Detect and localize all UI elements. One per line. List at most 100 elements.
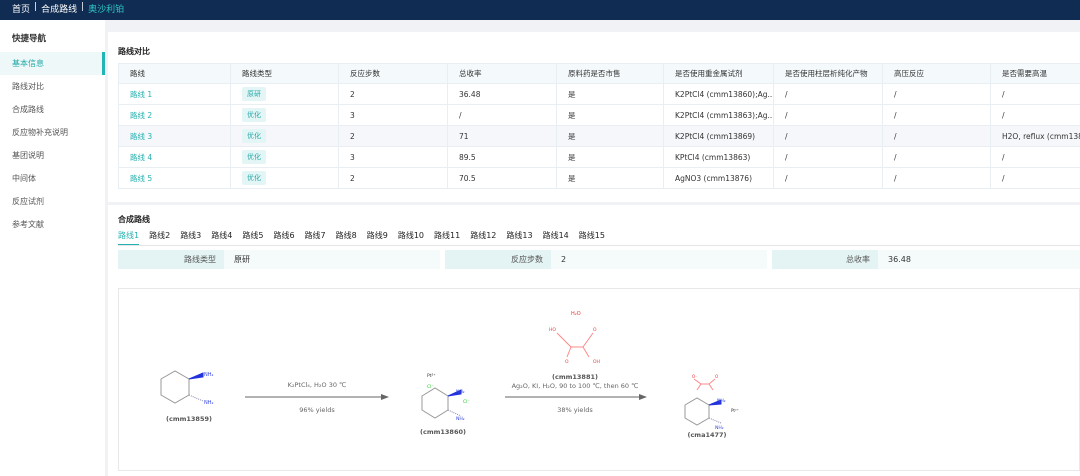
- tab-route-10[interactable]: 路线10: [398, 230, 424, 246]
- route-link[interactable]: 路线 4: [118, 146, 231, 168]
- tab-route-1[interactable]: 路线1: [118, 230, 140, 246]
- tab-route-14[interactable]: 路线14: [543, 230, 569, 246]
- column-header: 总收率: [447, 63, 557, 84]
- route-type-cell: 优化: [230, 104, 339, 126]
- route-compare-table: 路线 路线类型 反应步数 总收率 原料药是否市售 是否使用重金属试剂 是否使用柱层析纯化产物…: [118, 63, 1080, 189]
- tab-route-15[interactable]: 路线15: [579, 230, 605, 246]
- table-cell: /: [882, 167, 991, 189]
- route-type-cell: 优化: [230, 146, 339, 168]
- info-steps: 反应步数 2: [445, 250, 767, 269]
- sidebar-item-reagents[interactable]: 反应试剂: [0, 190, 105, 213]
- table-cell: 3: [338, 146, 448, 168]
- breadcrumb-synthesis[interactable]: 合成路线: [41, 2, 77, 18]
- reaction-scheme-svg: NH₂ NH₂ (cmm13859) K₂PtCl₄, H₂O 30 ℃ 96%…: [160, 311, 739, 439]
- oh-label: OH: [593, 359, 600, 365]
- table-cell: 89.5: [447, 146, 557, 168]
- table-cell: /: [990, 146, 1080, 168]
- step1-conditions: K₂PtCl₄, H₂O 30 ℃: [288, 381, 347, 389]
- info-label: 路线类型: [118, 250, 224, 269]
- sidebar-item-references[interactable]: 参考文献: [0, 213, 105, 236]
- table-row: 路线 2 优化 3/是 K2PtCl4 (cmm13863);Ag... / / /: [118, 104, 1080, 126]
- route-type-cell: 优化: [230, 125, 339, 147]
- tab-route-8[interactable]: 路线8: [336, 230, 357, 246]
- o-label: O: [565, 359, 569, 365]
- nh2-label: NH₂: [717, 398, 726, 404]
- route-link[interactable]: 路线 3: [118, 125, 231, 147]
- route-type-tag: 优化: [242, 129, 266, 143]
- column-header: 是否需要高温: [990, 63, 1080, 84]
- column-header: 反应步数: [338, 63, 448, 84]
- arrow-head: [381, 394, 389, 400]
- cl-label: Cl⁻: [427, 384, 434, 390]
- route-tabs: 路线1 路线2 路线3 路线4 路线5 路线6 路线7 路线8 路线9 路线10 路线11 路线12 路…: [118, 230, 605, 246]
- tab-route-9[interactable]: 路线9: [367, 230, 388, 246]
- compound-label: (cmm13860): [420, 428, 466, 436]
- route-type-cell: 优化: [230, 167, 339, 189]
- sidebar-item-route-compare[interactable]: 路线对比: [0, 75, 105, 98]
- route-link[interactable]: 路线 1: [118, 83, 231, 105]
- route-link[interactable]: 路线 5: [118, 167, 231, 189]
- route-link[interactable]: 路线 2: [118, 104, 231, 126]
- info-value: 2: [561, 255, 567, 264]
- compound-label: (cmm13859): [166, 415, 212, 423]
- table-cell: /: [990, 167, 1080, 189]
- table-cell: /: [773, 104, 883, 126]
- table-cell: K2PtCl4 (cmm13869): [663, 125, 774, 147]
- tab-route-12[interactable]: 路线12: [470, 230, 496, 246]
- breadcrumb-home[interactable]: 首页: [12, 2, 30, 18]
- table-cell: H2O, reflux (cmm13869): [990, 125, 1080, 147]
- nh2-label: NH₂: [456, 389, 465, 395]
- column-header: 是否使用柱层析纯化产物: [773, 63, 883, 84]
- table-cell: 是: [556, 83, 664, 105]
- breadcrumb: 首页 | 合成路线 | 奥沙利铂: [0, 0, 1080, 20]
- route-type-tag: 优化: [242, 108, 266, 122]
- table-cell: /: [990, 83, 1080, 105]
- tab-route-6[interactable]: 路线6: [273, 230, 294, 246]
- column-header: 原料药是否市售: [556, 63, 664, 84]
- table-cell: 2: [338, 83, 448, 105]
- arrow-head: [639, 394, 647, 400]
- tab-route-3[interactable]: 路线3: [180, 230, 201, 246]
- table-cell: 是: [556, 125, 664, 147]
- quick-nav-sidebar: 快捷导航 基本信息 路线对比 合成路线 反应物补充说明 基团说明 中间体 反应试…: [0, 20, 105, 476]
- tab-route-7[interactable]: 路线7: [305, 230, 326, 246]
- sidebar-item-intermediates[interactable]: 中间体: [0, 167, 105, 190]
- table-cell: /: [447, 104, 557, 126]
- table-cell: /: [773, 167, 883, 189]
- tab-route-4[interactable]: 路线4: [211, 230, 232, 246]
- nh2-label: NH₂: [204, 372, 214, 378]
- table-cell: 是: [556, 167, 664, 189]
- column-header: 路线: [118, 63, 231, 84]
- sidebar-item-synthesis-route[interactable]: 合成路线: [0, 98, 105, 121]
- table-cell: KPtCl4 (cmm13863): [663, 146, 774, 168]
- info-value: 原研: [234, 255, 250, 264]
- tab-route-11[interactable]: 路线11: [434, 230, 460, 246]
- table-cell: /: [882, 83, 991, 105]
- cl-label: Cl⁻: [463, 399, 470, 405]
- sidebar-item-basic-info[interactable]: 基本信息: [0, 52, 105, 75]
- compound-label: (cma1477): [687, 431, 726, 439]
- oxalic-acid-structure: [556, 332, 594, 358]
- compound-label: (cmm13881): [552, 373, 598, 381]
- info-value: 36.48: [888, 255, 911, 264]
- tab-route-5[interactable]: 路线5: [242, 230, 263, 246]
- tab-route-13[interactable]: 路线13: [506, 230, 532, 246]
- tab-route-2[interactable]: 路线2: [149, 230, 170, 246]
- step2-conditions: Ag₂O, KI, H₂O, 90 to 100 ℃, then 60 ℃: [512, 382, 639, 390]
- pt-label: Pt²⁺: [731, 408, 739, 413]
- sidebar-item-group-notes[interactable]: 基团说明: [0, 144, 105, 167]
- table-cell: 3: [338, 104, 448, 126]
- table-cell: /: [773, 125, 883, 147]
- sidebar-item-reactant-notes[interactable]: 反应物补充说明: [0, 121, 105, 144]
- table-cell: K2PtCl4 (cmm13863);Ag...: [663, 104, 774, 126]
- route-type-cell: 原研: [230, 83, 339, 105]
- table-cell: /: [773, 83, 883, 105]
- table-row: 路线 3 优化 2 71 是 K2PtCl4 (cmm13869) / / H2O, reflu…: [118, 125, 1080, 147]
- h2o-label: H₂O: [571, 311, 581, 317]
- table-cell: 71: [447, 125, 557, 147]
- oxalate-structure: [693, 378, 716, 391]
- route-compare-card: 路线对比 路线 路线类型 反应步数 总收率 原料药是否市售 是否使用重金属试剂 是否使用柱层…: [108, 32, 1080, 202]
- info-total-yield: 总收率 36.48: [772, 250, 1080, 269]
- table-cell: 是: [556, 104, 664, 126]
- table-cell: AgNO3 (cmm13876): [663, 167, 774, 189]
